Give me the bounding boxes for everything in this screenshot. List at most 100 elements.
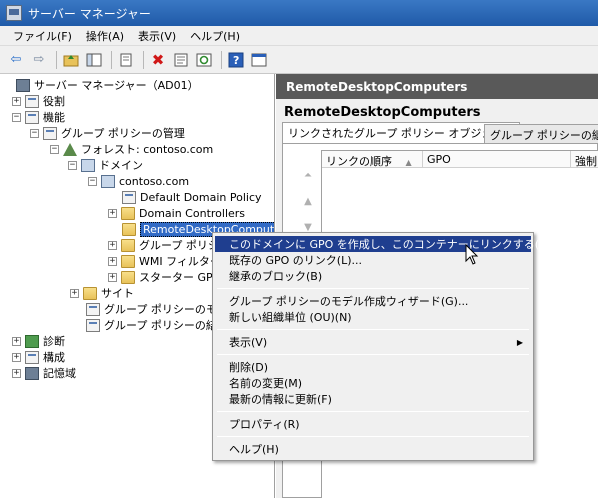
tree-label: WMI フィルター	[139, 255, 221, 268]
details-header: RemoteDesktopComputers	[276, 74, 598, 99]
expand-icon[interactable]: +	[108, 208, 117, 218]
move-top-icon[interactable]: ⏶	[301, 170, 315, 182]
move-up-icon[interactable]: ▲	[301, 196, 315, 208]
wmi-folder-icon	[121, 254, 135, 268]
menu-help-item[interactable]: ヘルプ(H)	[215, 441, 531, 457]
tree-item-server-manager[interactable]: サーバー マネージャー（AD01）	[16, 77, 199, 93]
menu-help[interactable]: ヘルプ(H)	[183, 26, 247, 46]
forest-icon	[63, 142, 77, 156]
collapse-icon[interactable]: −	[30, 128, 39, 138]
properties-icon[interactable]	[171, 50, 191, 70]
collapse-icon[interactable]: −	[50, 144, 59, 154]
title-bar: サーバー マネージャー	[0, 0, 598, 26]
tree-item-storage[interactable]: + 記憶域	[12, 365, 76, 381]
domain-icon	[101, 174, 115, 188]
tree-item-modeling[interactable]: グループ ポリシーのモデ	[86, 301, 228, 317]
configuration-icon	[25, 350, 39, 364]
menu-properties[interactable]: プロパティ(R)	[215, 416, 531, 432]
up-folder-icon[interactable]	[61, 50, 81, 70]
tree-label: 構成	[43, 351, 65, 364]
server-icon	[16, 78, 30, 92]
tree-item-starter-gpos[interactable]: + スターター GPO	[108, 269, 221, 285]
tree-item-features[interactable]: − 機能	[12, 109, 65, 125]
collapse-icon[interactable]: −	[68, 160, 77, 170]
tree-label: 記憶域	[43, 367, 76, 380]
toolbar-separator	[143, 50, 144, 69]
expand-icon[interactable]: +	[12, 96, 21, 106]
mouse-pointer-icon	[465, 244, 479, 265]
details-title: RemoteDesktopComputers	[284, 105, 481, 120]
tree-label: グループ ポリシーの管理	[61, 127, 185, 140]
expand-icon[interactable]: +	[12, 336, 21, 346]
tree-label: スターター GPO	[139, 271, 222, 284]
tree-label: Default Domain Policy	[140, 190, 262, 204]
tree-item-domain-controllers[interactable]: + Domain Controllers	[108, 205, 245, 221]
tree-label: フォレスト: contoso.com	[81, 143, 214, 156]
menu-rename[interactable]: 名前の変更(M)	[215, 375, 531, 391]
menu-create-gpo-and-link[interactable]: このドメインに GPO を作成し、このコンテナーにリンクする(C)...	[215, 236, 562, 252]
expand-icon[interactable]: +	[108, 256, 117, 266]
copy-icon[interactable]	[116, 50, 136, 70]
ou-folder-icon	[122, 222, 136, 236]
expand-icon[interactable]: +	[108, 240, 117, 250]
menu-bar: ファイル(F) 操作(A) 表示(V) ヘルプ(H)	[0, 26, 598, 46]
expand-icon[interactable]: +	[12, 368, 21, 378]
tab-gpo-inheritance[interactable]: グループ ポリシーの継承	[484, 124, 598, 143]
menu-view[interactable]: 表示(V)	[131, 26, 183, 46]
server-manager-icon	[6, 5, 22, 21]
menu-separator	[217, 288, 529, 289]
column-label: GPO	[427, 153, 451, 166]
tree-item-forest[interactable]: − フォレスト: contoso.com	[50, 141, 213, 157]
forward-arrow-icon[interactable]: ⇨	[29, 50, 49, 70]
collapse-icon[interactable]: −	[12, 112, 21, 122]
tree-item-sites[interactable]: + サイト	[70, 285, 134, 301]
results-icon	[86, 318, 100, 332]
menu-action[interactable]: 操作(A)	[79, 26, 131, 46]
gpo-link-icon	[122, 190, 136, 204]
console-icon[interactable]	[249, 50, 269, 70]
menu-separator	[217, 354, 529, 355]
tree-item-roles[interactable]: + 役割	[12, 93, 65, 109]
toolbar-separator	[221, 50, 222, 69]
expand-icon[interactable]: +	[12, 352, 21, 362]
tree-item-diagnostics[interactable]: + 診断	[12, 333, 65, 349]
svg-text:?: ?	[233, 54, 239, 67]
delete-icon[interactable]: ✖	[148, 50, 168, 70]
tree-item-wmi-filters[interactable]: + WMI フィルター	[108, 253, 221, 269]
expand-icon[interactable]: +	[70, 288, 79, 298]
tree-item-domains[interactable]: − ドメイン	[68, 157, 143, 173]
tree-label: サイト	[101, 287, 134, 300]
refresh-icon[interactable]	[194, 50, 214, 70]
tree-label: 診断	[43, 335, 65, 348]
features-icon	[25, 110, 39, 124]
tree-label: グループ ポリシーの結果	[104, 319, 228, 332]
tree-item-configuration[interactable]: + 構成	[12, 349, 65, 365]
menu-block-inheritance[interactable]: 継承のブロック(B)	[215, 268, 531, 284]
back-arrow-icon[interactable]: ⇦	[6, 50, 26, 70]
menu-new-ou[interactable]: 新しい組織単位 (OU)(N)	[215, 309, 531, 325]
menu-link-existing-gpo[interactable]: 既存の GPO のリンク(L)...	[215, 252, 531, 268]
submenu-arrow-icon: ▶	[516, 337, 523, 347]
storage-icon	[25, 366, 39, 380]
column-enforced[interactable]: 強制	[571, 151, 598, 168]
menu-modeling-wizard[interactable]: グループ ポリシーのモデル作成ウィザード(G)...	[215, 293, 531, 309]
column-link-order[interactable]: リンクの順序 ▲	[322, 151, 423, 168]
help-icon[interactable]: ?	[226, 50, 246, 70]
domains-icon	[81, 158, 95, 172]
menu-separator	[217, 329, 529, 330]
collapse-icon[interactable]: −	[88, 176, 97, 186]
menu-refresh[interactable]: 最新の情報に更新(F)	[215, 391, 531, 407]
menu-file[interactable]: ファイル(F)	[6, 26, 79, 46]
toolbar: ⇦ ⇨ ✖ ?	[0, 46, 598, 74]
menu-delete[interactable]: 削除(D)	[215, 359, 531, 375]
window-title: サーバー マネージャー	[28, 6, 151, 21]
show-hide-tree-icon[interactable]	[84, 50, 104, 70]
menu-view[interactable]: 表示(V) ▶	[215, 334, 531, 350]
column-gpo[interactable]: GPO	[423, 151, 571, 168]
toolbar-separator	[56, 50, 57, 69]
tree-item-results[interactable]: グループ ポリシーの結果	[86, 317, 228, 333]
tree-item-default-domain-policy[interactable]: Default Domain Policy	[122, 189, 262, 205]
tree-item-domain[interactable]: − contoso.com	[88, 173, 189, 189]
tree-item-gpm[interactable]: − グループ ポリシーの管理	[30, 125, 185, 141]
expand-icon[interactable]: +	[108, 272, 117, 282]
